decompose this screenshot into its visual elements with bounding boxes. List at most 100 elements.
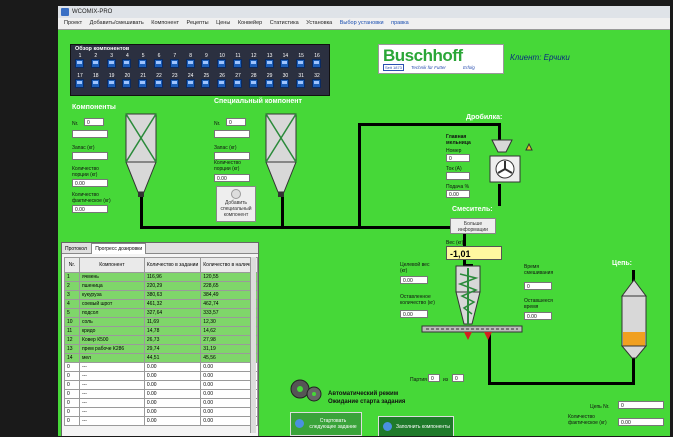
component-slot-25[interactable] <box>201 79 211 88</box>
component-slot-14[interactable] <box>280 59 290 68</box>
mix-time-field[interactable]: 0 <box>524 282 552 290</box>
component-slot-11[interactable] <box>233 59 242 68</box>
table-row[interactable]: 4 соевый шрот 461,32 462,74 <box>64 299 258 309</box>
mill-number-field[interactable]: 0 <box>446 154 470 162</box>
table-row[interactable]: 0 --- 0.00 0.00 <box>64 416 258 426</box>
table-row[interactable]: 1 ячмень 116,96 120,55 <box>64 272 258 282</box>
table-row[interactable]: 0 --- 0.00 0.00 <box>64 389 258 399</box>
rest-time-field[interactable]: 0.00 <box>524 312 552 320</box>
row-component: --- <box>78 380 145 390</box>
component-slot-7[interactable] <box>169 59 179 68</box>
chain-nr-field[interactable]: 0 <box>618 401 664 409</box>
component-slot-4[interactable] <box>122 59 132 68</box>
component-slot-31[interactable] <box>296 79 306 88</box>
more-info-button[interactable]: Больше информации <box>450 218 496 234</box>
component-slot-27[interactable] <box>233 79 242 88</box>
component-slot-10[interactable] <box>217 59 227 68</box>
row-qty-stock: 31,19 <box>200 344 258 354</box>
table-row[interactable]: 0 --- 0.00 0.00 <box>64 371 258 381</box>
table-row[interactable]: 10 соль 11,69 12,30 <box>64 317 258 327</box>
special-qty-field[interactable]: 0.00 <box>214 174 250 182</box>
component-slot-23[interactable] <box>169 79 179 88</box>
component-slot-16[interactable] <box>312 59 321 68</box>
table-scrollbar[interactable] <box>250 257 256 433</box>
table-row[interactable]: 11 кридо 14,78 14,62 <box>64 326 258 336</box>
component-slot-8[interactable] <box>185 59 195 68</box>
component-slot-1[interactable] <box>75 59 84 68</box>
component-slot-17[interactable] <box>75 79 84 88</box>
component-slot-32[interactable] <box>312 79 321 88</box>
table-row[interactable]: 0 --- 0.00 0.00 <box>64 407 258 417</box>
tab-protocol[interactable]: Протокол <box>62 244 90 254</box>
component-slot-9[interactable] <box>201 59 211 68</box>
app-window: WCOMIX-PRO Проект Добавить/смешивать Ком… <box>58 6 670 436</box>
menu-setup[interactable]: Установка <box>306 20 332 26</box>
mill-current-field[interactable] <box>446 172 470 180</box>
component-slot-21[interactable] <box>138 79 148 88</box>
menu-statistics[interactable]: Статистика <box>270 20 299 26</box>
component-slot-22[interactable] <box>154 79 163 88</box>
fill-components-button[interactable]: Заполнить компоненты <box>378 416 454 436</box>
component-slot-20[interactable] <box>122 79 132 88</box>
tab-dosing-progress[interactable]: Прогресс дозировки <box>91 243 147 254</box>
batch-label: Партия <box>410 377 427 383</box>
component-slot-24[interactable] <box>185 79 195 88</box>
components-actual-field[interactable]: 0.00 <box>72 205 108 213</box>
batch-total-field[interactable]: 0 <box>452 374 464 382</box>
menu-component[interactable]: Компонент <box>151 20 179 26</box>
title-bar: WCOMIX-PRO <box>58 6 670 18</box>
component-slot-26[interactable] <box>217 79 227 88</box>
component-slot-28[interactable] <box>248 79 258 88</box>
component-slot-12[interactable] <box>248 59 258 68</box>
row-qty-stock: 0.00 <box>200 362 258 372</box>
table-row[interactable]: 0 --- 0.00 0.00 <box>64 380 258 390</box>
row-qty-job: 44,51 <box>143 353 202 363</box>
component-slot-3[interactable] <box>106 59 116 68</box>
menu-select-setup[interactable]: Выбор установки <box>340 20 384 26</box>
row-qty-job: 0.00 <box>143 389 202 399</box>
component-slot-2[interactable] <box>90 59 100 68</box>
table-row[interactable]: 14 мел 44,51 45,56 <box>64 353 258 363</box>
table-row[interactable]: 13 прем рабоче К286 29,74 31,19 <box>64 344 258 354</box>
component-slot-19[interactable] <box>106 79 116 88</box>
component-slot-18[interactable] <box>90 79 100 88</box>
table-row[interactable]: 2 пшеница 220,29 228,65 <box>64 281 258 291</box>
table-row[interactable]: 0 --- 0.00 0.00 <box>64 362 258 372</box>
special-stock-label: Запас (кг) <box>214 145 237 151</box>
component-slot-29[interactable] <box>264 79 274 88</box>
components-qty-field[interactable]: 0.00 <box>72 179 108 187</box>
menu-add-mix[interactable]: Добавить/смешивать <box>90 20 144 26</box>
component-slot-6[interactable] <box>154 59 163 68</box>
menu-help[interactable]: правка <box>391 20 409 26</box>
brand-logo: Buschhoff Seit 1873 Technik für Futter E… <box>378 44 504 74</box>
special-stock-field[interactable] <box>214 152 250 160</box>
menu-conveyor[interactable]: Конвейер <box>238 20 262 26</box>
table-row[interactable]: 0 --- 0.00 0.00 <box>64 398 258 408</box>
components-name-field[interactable] <box>72 130 108 138</box>
menu-recipes[interactable]: Рецепты <box>187 20 209 26</box>
component-slot-13[interactable] <box>264 59 274 68</box>
menu-prices[interactable]: Цены <box>216 20 230 26</box>
mixer-icon <box>421 265 523 340</box>
table-row[interactable]: 3 кукуруза 380,63 384,49 <box>64 290 258 300</box>
mill-feed-field[interactable]: 0.00 <box>446 190 470 198</box>
components-nr-field[interactable]: 0 <box>84 118 104 126</box>
component-slot-5[interactable] <box>138 59 148 68</box>
menu-project[interactable]: Проект <box>64 20 82 26</box>
special-nr-field[interactable]: 0 <box>226 118 246 126</box>
start-next-job-button[interactable]: Стартовать следующее задание <box>290 412 362 436</box>
component-slot-15[interactable] <box>296 59 306 68</box>
add-special-component-button[interactable]: Добавить специальный компонент <box>216 186 256 222</box>
mill-icon <box>489 139 533 183</box>
components-stock-field[interactable] <box>72 152 108 160</box>
row-qty-stock: 0.00 <box>200 380 258 390</box>
chain-qty-field[interactable]: 0.00 <box>618 418 664 426</box>
table-row[interactable]: 12 Ковер К500 26,73 27,98 <box>64 335 258 345</box>
special-name-field[interactable] <box>214 130 250 138</box>
table-row[interactable]: 5 подсол 327,64 333,57 <box>64 308 258 318</box>
status-mode: Автоматический режим <box>328 391 399 397</box>
mill-label: Главная мельница <box>446 134 471 146</box>
row-nr: 0 <box>64 398 80 408</box>
batch-current-field[interactable]: 0 <box>428 374 440 382</box>
component-slot-30[interactable] <box>280 79 290 88</box>
